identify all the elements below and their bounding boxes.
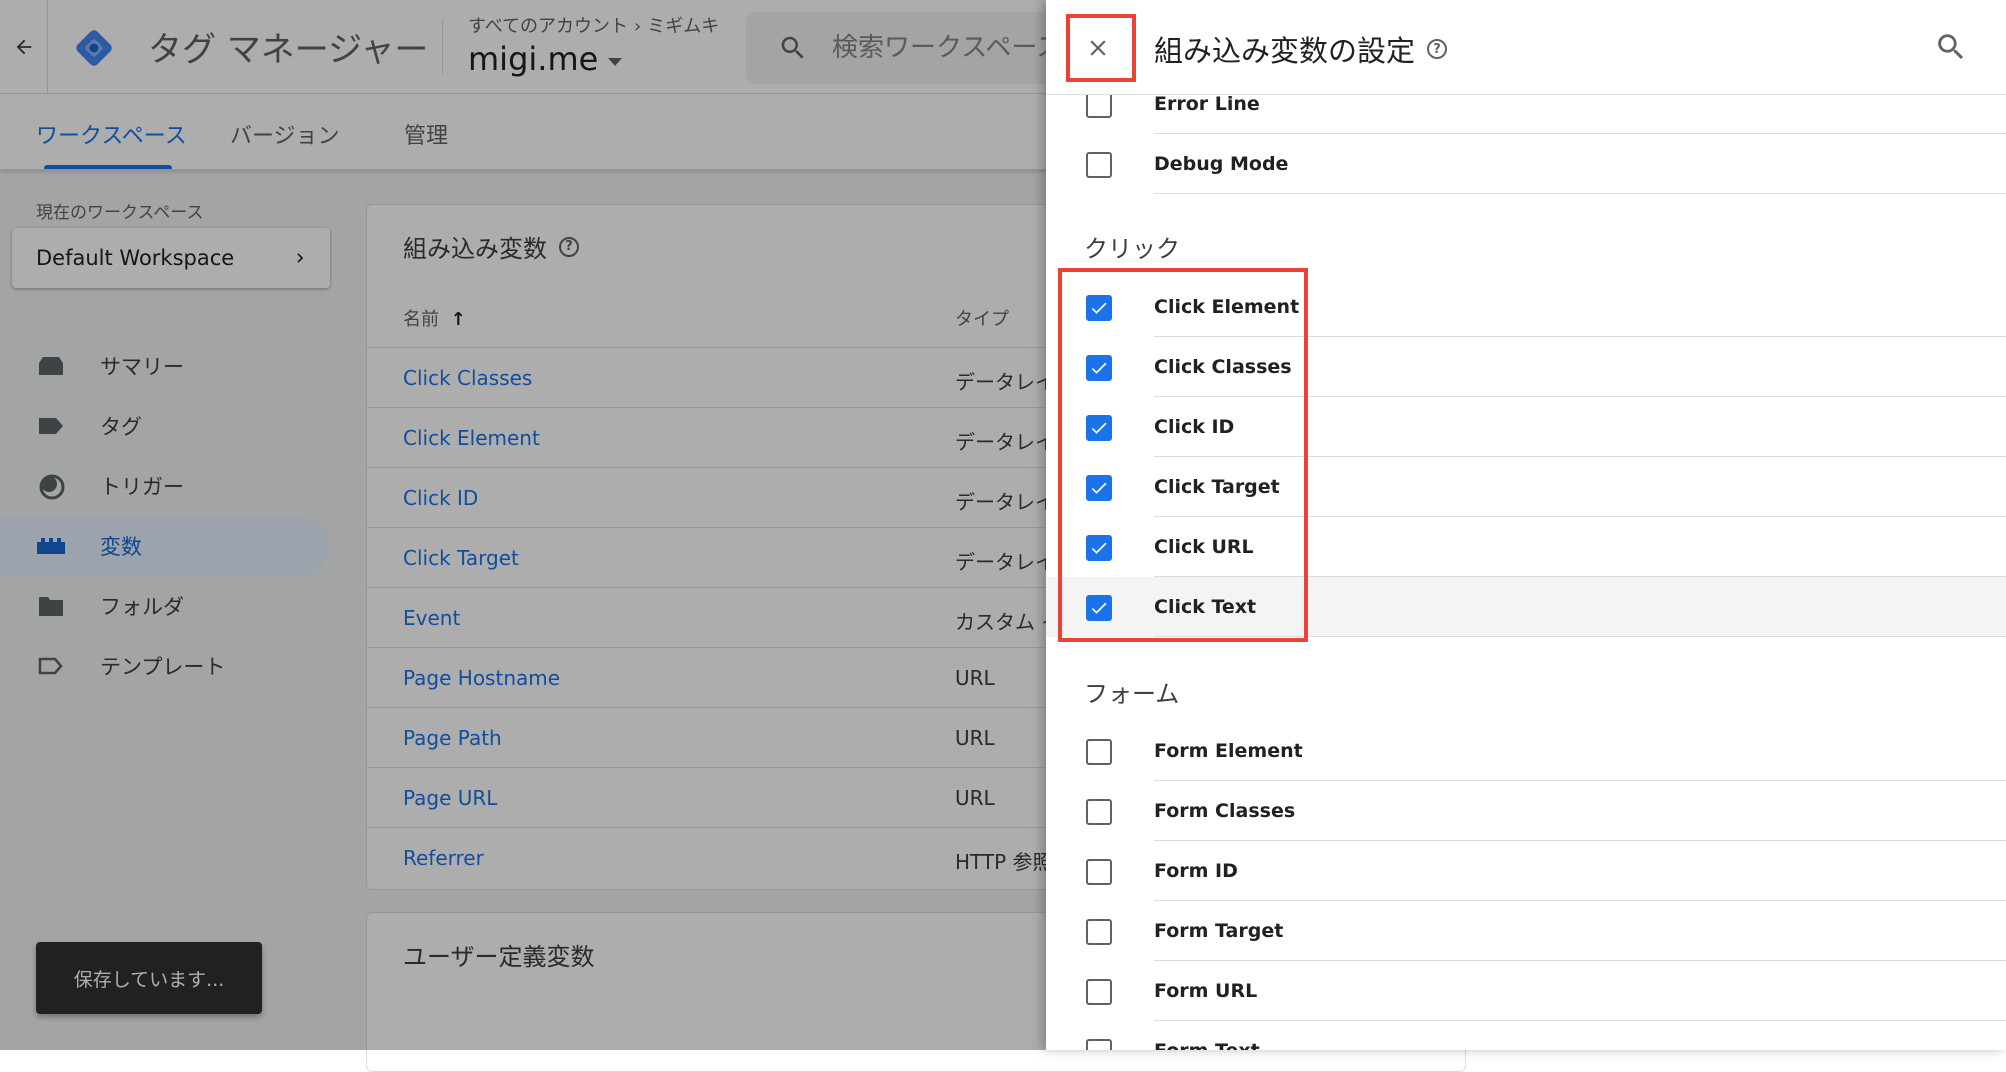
click-group-highlight-box [1058,268,1308,642]
variable-option-label: Form Element [1154,740,1303,762]
divider [1154,193,2006,194]
variable-option-label: Form ID [1154,860,1238,882]
checkbox[interactable] [1086,919,1112,945]
checkbox[interactable] [1086,92,1112,118]
variable-option-label: Debug Mode [1154,153,1289,175]
section-title-form: フォーム [1084,680,1180,708]
variable-option-row[interactable]: Form Classes [1046,781,2006,841]
variable-option-row[interactable]: Form ID [1046,841,2006,901]
section-title-click: クリック [1084,235,1180,263]
variable-option-row[interactable]: Form Text [1046,1021,2006,1050]
checkbox[interactable] [1086,979,1112,1005]
variable-option-label: Form URL [1154,980,1258,1002]
variable-option-row[interactable]: Form Target [1046,901,2006,961]
variable-option-label: Error Line [1154,93,1260,115]
variable-option-row[interactable]: Debug Mode [1046,134,2006,194]
variable-option-label: Form Classes [1154,800,1296,822]
checkbox[interactable] [1086,739,1112,765]
panel-title-text: 組み込み変数の設定 [1154,34,1416,68]
panel-header: 組み込み変数の設定 ? [1046,0,2006,95]
variable-option-label: Form Text [1154,1040,1260,1050]
panel-title: 組み込み変数の設定 ? [1154,28,1448,70]
variable-option-row[interactable]: Form Element [1046,721,2006,781]
builtin-variables-settings-panel: 組み込み変数の設定 ? Error Line Debug Mode クリック C… [1046,0,2006,1050]
close-highlight-box [1066,14,1136,82]
checkbox[interactable] [1086,799,1112,825]
variable-option-row[interactable]: Form URL [1046,961,2006,1021]
variable-option-label: Form Target [1154,920,1284,942]
checkbox[interactable] [1086,152,1112,178]
search-icon[interactable] [1934,30,1968,64]
checkbox[interactable] [1086,859,1112,885]
checkbox[interactable] [1086,1039,1112,1050]
help-icon[interactable]: ? [1427,39,1448,59]
